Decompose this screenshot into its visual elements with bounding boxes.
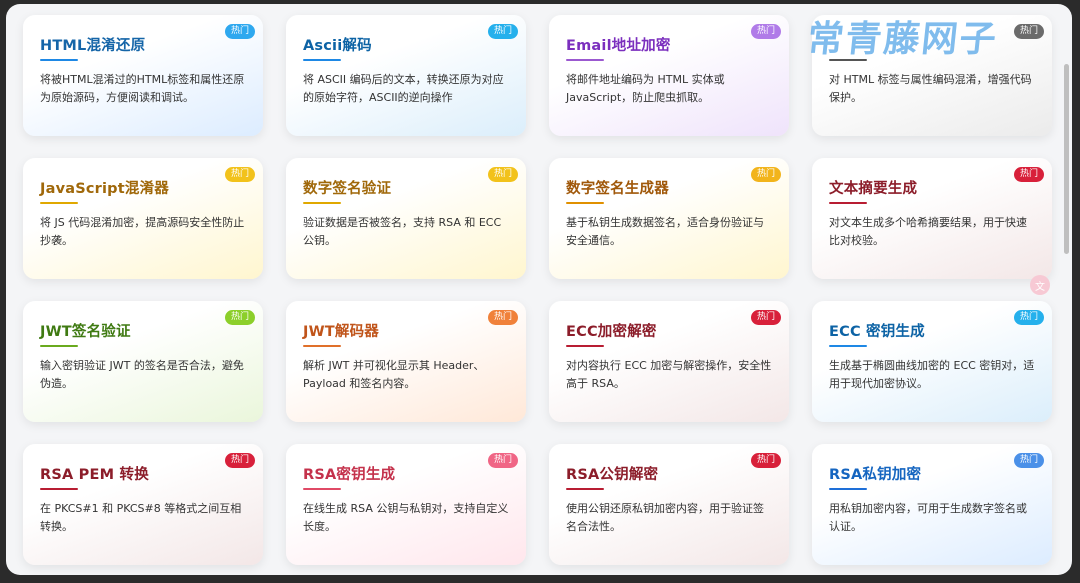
tool-card-title: ECC加密解密 <box>566 324 657 340</box>
tool-card-description: 验证数据是否被签名，支持 RSA 和 ECC 公钥。 <box>303 216 502 247</box>
title-underline <box>303 202 341 204</box>
tool-card[interactable]: JWT签名验证输入密钥验证 JWT 的签名是否合法，避免伪造。 热门 <box>23 301 263 422</box>
translate-icon[interactable]: 文 <box>1030 275 1050 295</box>
hot-badge: 热门 <box>224 24 255 39</box>
tool-card-title: Email地址加密 <box>566 38 671 54</box>
watermark-logo: 常青藤网子 <box>805 19 1000 60</box>
tool-card-title: 文本摘要生成 <box>829 181 918 197</box>
tool-card[interactable]: RSA公钥解密使用公钥还原私钥加密内容，用于验证签名合法性。 热门 <box>549 444 789 565</box>
tool-card-title: ECC 密钥生成 <box>829 324 925 340</box>
tool-card-description: 输入密钥验证 JWT 的签名是否合法，避免伪造。 <box>40 359 244 390</box>
hot-badge: 热门 <box>487 24 518 39</box>
title-underline <box>566 345 604 347</box>
tool-card-description: 解析 JWT 并可视化显示其 Header、Payload 和签名内容。 <box>303 359 485 390</box>
tool-card[interactable]: JWT解码器解析 JWT 并可视化显示其 Header、Payload 和签名内… <box>286 301 526 422</box>
title-underline <box>40 202 78 204</box>
tool-card-title: JavaScript混淆器 <box>40 181 169 197</box>
title-underline <box>40 59 78 61</box>
tool-card[interactable]: RSA私钥加密用私钥加密内容，可用于生成数字签名或认证。 热门 <box>812 444 1052 565</box>
tool-card[interactable]: Email地址加密将邮件地址编码为 HTML 实体或 JavaScript，防止… <box>549 15 789 136</box>
hot-badge: 热门 <box>750 310 781 325</box>
tool-card-title: 数字签名验证 <box>303 181 392 197</box>
tool-card[interactable]: RSA PEM 转换在 PKCS#1 和 PKCS#8 等格式之间互相转换。 热门 <box>23 444 263 565</box>
tool-card[interactable]: ECC 密钥生成生成基于椭圆曲线加密的 ECC 密钥对，适用于现代加密协议。 热门 <box>812 301 1052 422</box>
tool-card[interactable]: RSA密钥生成在线生成 RSA 公钥与私钥对，支持自定义长度。 热门 <box>286 444 526 565</box>
tool-card-description: 用私钥加密内容，可用于生成数字签名或认证。 <box>829 502 1027 533</box>
tool-card[interactable]: 数字签名生成器基于私钥生成数据签名，适合身份验证与安全通信。 热门 <box>549 158 789 279</box>
hot-badge: 热门 <box>487 167 518 182</box>
app-window: HTML混淆还原将被HTML混淆过的HTML标签和属性还原为原始源码，方便阅读和… <box>6 4 1072 575</box>
title-underline <box>303 59 341 61</box>
scrollbar[interactable] <box>1064 64 1069 254</box>
tool-card-description: 将 JS 代码混淆加密，提高源码安全性防止抄袭。 <box>40 216 245 247</box>
tool-card-title: RSA私钥加密 <box>829 467 922 483</box>
tool-card-grid: HTML混淆还原将被HTML混淆过的HTML标签和属性还原为原始源码，方便阅读和… <box>23 15 1052 565</box>
tool-card-description: 基于私钥生成数据签名，适合身份验证与安全通信。 <box>566 216 764 247</box>
tool-card[interactable]: JavaScript混淆器将 JS 代码混淆加密，提高源码安全性防止抄袭。 热门 <box>23 158 263 279</box>
tool-card-description: 将邮件地址编码为 HTML 实体或 JavaScript，防止爬虫抓取。 <box>566 73 725 104</box>
hot-badge: 热门 <box>750 24 781 39</box>
title-underline <box>829 488 867 490</box>
hot-badge: 热门 <box>1013 310 1044 325</box>
tool-card[interactable]: 数字签名验证验证数据是否被签名，支持 RSA 和 ECC 公钥。 热门 <box>286 158 526 279</box>
title-underline <box>829 345 867 347</box>
hot-badge: 热门 <box>750 453 781 468</box>
tool-card-title: Ascii解码 <box>303 38 372 54</box>
tool-card-title: HTML混淆还原 <box>40 38 146 54</box>
hot-badge: 热门 <box>750 167 781 182</box>
tool-card-title: RSA密钥生成 <box>303 467 396 483</box>
title-underline <box>566 488 604 490</box>
hot-badge: 热门 <box>487 310 518 325</box>
hot-badge: 热门 <box>1013 453 1044 468</box>
tool-card-description: 对内容执行 ECC 加密与解密操作，安全性高于 RSA。 <box>566 359 772 390</box>
title-underline <box>303 345 341 347</box>
tool-card[interactable]: HTML混淆还原将被HTML混淆过的HTML标签和属性还原为原始源码，方便阅读和… <box>23 15 263 136</box>
title-underline <box>303 488 341 490</box>
tool-card-description: 将被HTML混淆过的HTML标签和属性还原为原始源码，方便阅读和调试。 <box>40 73 245 104</box>
tool-card-title: RSA公钥解密 <box>566 467 659 483</box>
title-underline <box>566 202 604 204</box>
tool-card[interactable]: 文本摘要生成对文本生成多个哈希摘要结果，用于快速比对校验。 热门 <box>812 158 1052 279</box>
tool-card[interactable]: Ascii解码将 ASCII 编码后的文本，转换还原为对应的原始字符，ASCII… <box>286 15 526 136</box>
tool-card-description: 在 PKCS#1 和 PKCS#8 等格式之间互相转换。 <box>40 502 242 533</box>
hot-badge: 热门 <box>224 453 255 468</box>
hot-badge: 热门 <box>1013 24 1044 39</box>
title-underline <box>40 345 78 347</box>
tool-card-title: JWT解码器 <box>303 324 379 340</box>
tool-card-description: 在线生成 RSA 公钥与私钥对，支持自定义长度。 <box>303 502 509 533</box>
tool-card-description: 生成基于椭圆曲线加密的 ECC 密钥对，适用于现代加密协议。 <box>829 359 1035 390</box>
title-underline <box>40 488 78 490</box>
title-underline <box>566 59 604 61</box>
hot-badge: 热门 <box>224 310 255 325</box>
tool-card-description: 将 ASCII 编码后的文本，转换还原为对应的原始字符，ASCII的逆向操作 <box>303 73 504 104</box>
tool-card[interactable]: ECC加密解密对内容执行 ECC 加密与解密操作，安全性高于 RSA。 热门 <box>549 301 789 422</box>
hot-badge: 热门 <box>1013 167 1044 182</box>
tool-card-description: 使用公钥还原私钥加密内容，用于验证签名合法性。 <box>566 502 764 533</box>
tool-card-description: 对文本生成多个哈希摘要结果，用于快速比对校验。 <box>829 216 1027 247</box>
tool-card-description: 对 HTML 标签与属性编码混淆，增强代码保护。 <box>829 73 1032 104</box>
hot-badge: 热门 <box>487 453 518 468</box>
tool-card-title: JWT签名验证 <box>40 324 131 340</box>
tool-card-title: 数字签名生成器 <box>566 181 669 197</box>
translate-icon-glyph: 文 <box>1035 281 1045 293</box>
tool-card-title: RSA PEM 转换 <box>40 467 149 483</box>
hot-badge: 热门 <box>224 167 255 182</box>
title-underline <box>829 202 867 204</box>
